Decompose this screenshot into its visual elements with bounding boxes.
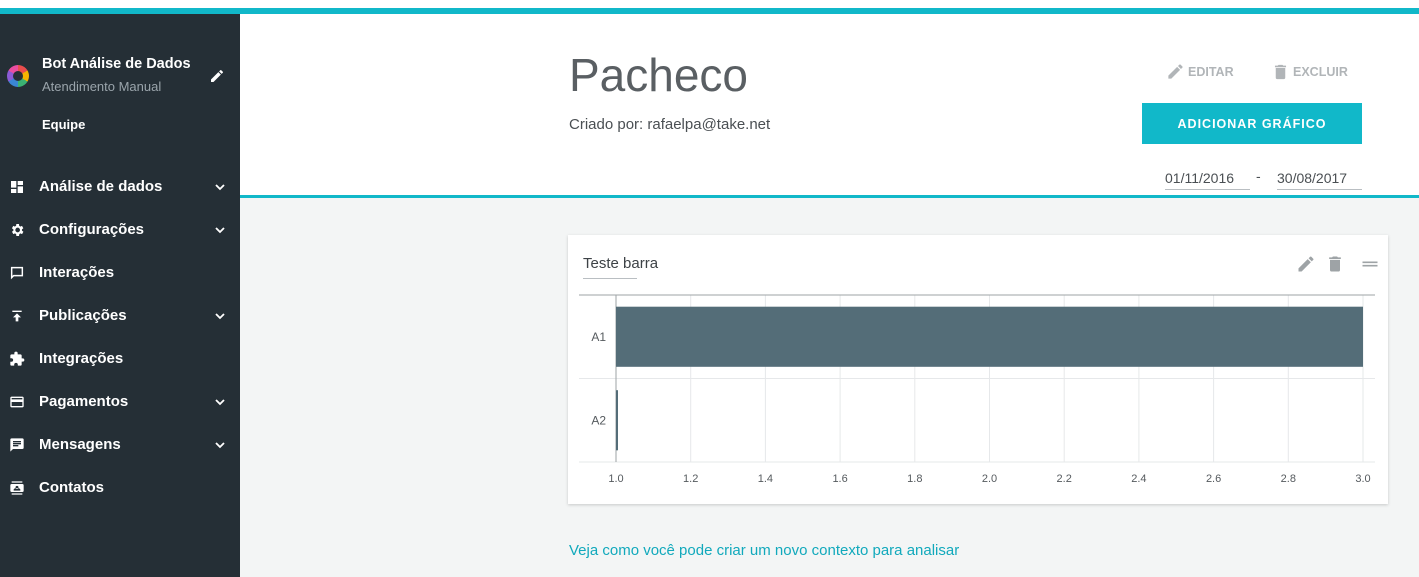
chart-card: Teste barra 1.0 1.2 1.4 1.6 1.8 2.0 2.2 2.4 2.6 2… xyxy=(568,235,1388,504)
x-tick-label: 3.0 xyxy=(1355,473,1370,485)
sidebar-item-interacoes[interactable]: Interações xyxy=(0,255,240,291)
chevron-down-icon xyxy=(215,313,225,320)
x-tick-label: 2.2 xyxy=(1057,473,1072,485)
sidebar-item-label: Mensagens xyxy=(39,436,121,453)
gear-icon xyxy=(11,224,24,236)
contacts-icon xyxy=(10,481,24,495)
edit-bot-icon[interactable] xyxy=(209,68,225,84)
sidebar-item-label: Configurações xyxy=(39,221,145,238)
x-tick-label: 2.8 xyxy=(1281,473,1296,485)
created-by-text: Criado por: rafaelpa@take.net xyxy=(569,116,771,133)
x-tick-label: 1.6 xyxy=(832,473,847,485)
pencil-icon xyxy=(1168,64,1183,79)
sidebar-item-label: Pagamentos xyxy=(39,393,129,410)
y-category-label: A1 xyxy=(591,330,606,344)
sidebar-item-integracoes[interactable]: Integrações xyxy=(0,341,240,377)
chevron-down-icon xyxy=(215,184,225,191)
header-divider xyxy=(240,195,1419,198)
x-tick-label: 1.2 xyxy=(683,473,698,485)
chevron-down-icon xyxy=(215,399,225,406)
date-from-input[interactable] xyxy=(1165,166,1250,190)
puzzle-icon xyxy=(10,351,25,366)
bot-name: Bot Análise de Dados xyxy=(42,56,191,72)
sidebar-item-label: Contatos xyxy=(39,479,104,496)
sidebar-item-label: Publicações xyxy=(39,307,127,324)
bar-a2 xyxy=(616,390,618,451)
bar-chart: 1.0 1.2 1.4 1.6 1.8 2.0 2.2 2.4 2.6 2.8 3.0 A1 A2 xyxy=(579,294,1375,485)
help-link[interactable]: Veja como você pode criar um novo contex… xyxy=(569,542,959,559)
bot-avatar[interactable] xyxy=(7,65,29,87)
x-tick-label: 2.6 xyxy=(1206,473,1221,485)
date-separator: - xyxy=(1256,168,1261,184)
x-tick-label: 2.0 xyxy=(982,473,997,485)
team-link[interactable]: Equipe xyxy=(42,117,85,132)
bar-a1 xyxy=(616,306,1363,367)
date-to-input[interactable] xyxy=(1277,166,1362,190)
message-icon xyxy=(10,438,24,452)
y-category-label: A2 xyxy=(591,413,606,427)
delete-button-label: EXCLUIR xyxy=(1293,65,1348,79)
x-tick-label: 1.4 xyxy=(758,473,773,485)
page-title: Pacheco xyxy=(569,49,749,101)
sidebar-item-label: Integrações xyxy=(39,350,124,367)
chat-icon xyxy=(10,266,24,280)
sidebar-item-analise-de-dados[interactable]: Análise de dados xyxy=(0,169,240,205)
edit-button-label: EDITAR xyxy=(1188,65,1234,79)
chevron-down-icon xyxy=(215,227,225,234)
sidebar-item-publicacoes[interactable]: Publicações xyxy=(0,298,240,334)
publish-icon xyxy=(12,310,22,322)
delete-button[interactable]: EXCLUIR xyxy=(1271,62,1361,82)
add-chart-button[interactable]: ADICIONAR GRÁFICO xyxy=(1142,103,1362,144)
sidebar-item-contatos[interactable]: Contatos xyxy=(0,470,240,506)
edit-button[interactable]: EDITAR xyxy=(1166,62,1256,82)
sidebar-item-label: Interações xyxy=(39,264,115,281)
sidebar-item-configuracoes[interactable]: Configurações xyxy=(0,212,240,248)
dashboard-icon xyxy=(11,181,23,193)
bot-subtitle: Atendimento Manual xyxy=(42,79,162,94)
x-tick-label: 1.0 xyxy=(608,473,623,485)
sidebar: Bot Análise de Dados Atendimento Manual … xyxy=(0,14,240,577)
sidebar-item-mensagens[interactable]: Mensagens xyxy=(0,427,240,463)
credit-card-icon xyxy=(10,396,24,408)
top-strip xyxy=(0,0,1419,8)
trash-icon xyxy=(1274,64,1287,80)
x-tick-label: 2.4 xyxy=(1131,473,1146,485)
chevron-down-icon xyxy=(215,442,225,449)
sidebar-item-pagamentos[interactable]: Pagamentos xyxy=(0,384,240,420)
sidebar-item-label: Análise de dados xyxy=(39,178,163,195)
x-tick-label: 1.8 xyxy=(907,473,922,485)
